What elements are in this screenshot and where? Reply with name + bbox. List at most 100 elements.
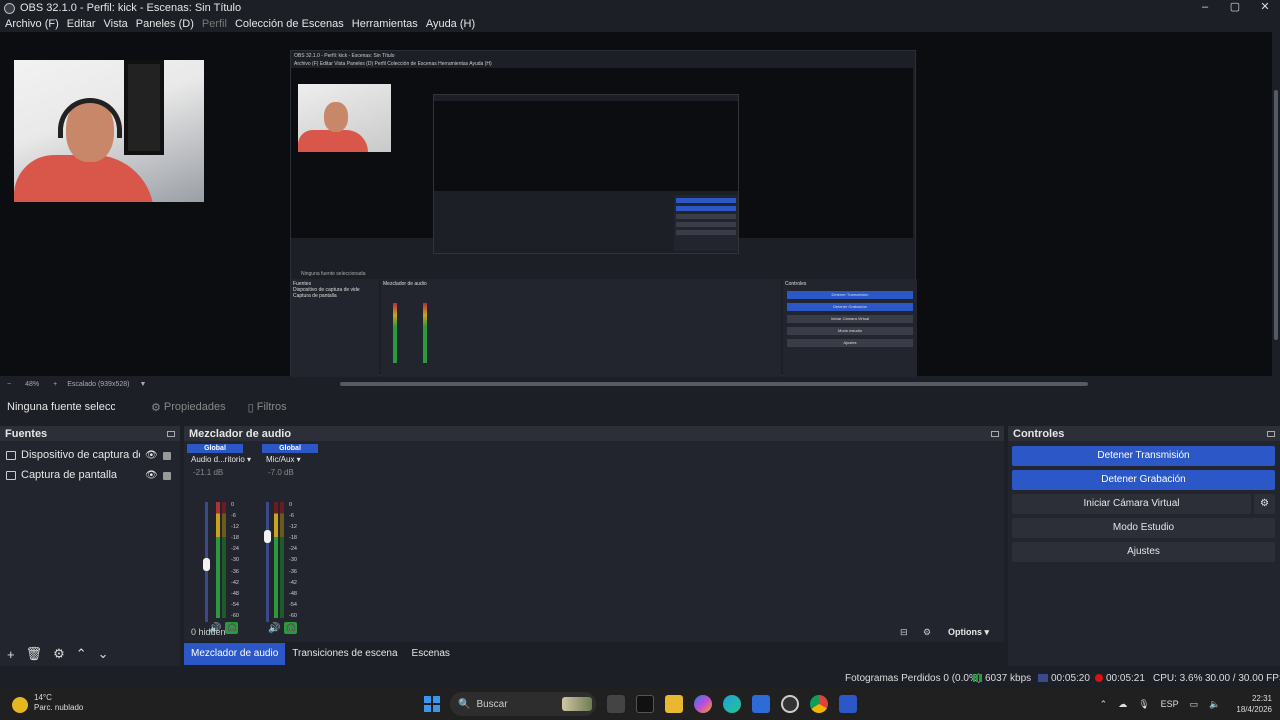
nested-preview bbox=[291, 68, 913, 254]
windows-start-icon[interactable] bbox=[424, 696, 440, 712]
db-tick-label: -24 bbox=[231, 546, 239, 553]
db-tick-label: -36 bbox=[289, 568, 297, 575]
window-title: OBS 32.1.0 - Perfil: kick - Escenas: Sin… bbox=[20, 2, 242, 14]
mixer-title: Mezclador de audio bbox=[189, 427, 292, 440]
clock[interactable]: 22:31 18/4/2026 bbox=[1236, 693, 1272, 715]
nested-controls: Controles Detener Transmisión Detener Gr… bbox=[783, 279, 917, 377]
recording-time: 00:05:21 bbox=[1095, 673, 1145, 684]
virtual-camera-settings-icon[interactable]: ⚙ bbox=[1254, 494, 1275, 514]
undock-icon[interactable] bbox=[991, 430, 999, 437]
stop-stream-button[interactable]: Detener Transmisión bbox=[1012, 446, 1275, 466]
source-item-screen-capture[interactable]: Captura de pantalla 👁 bbox=[0, 465, 180, 485]
preview-vertical-scrollbar[interactable] bbox=[1272, 32, 1280, 378]
tiktok-icon[interactable] bbox=[636, 695, 654, 713]
source-settings-button[interactable]: ⚙ bbox=[53, 646, 65, 662]
file-explorer-icon[interactable] bbox=[665, 695, 683, 713]
db-tick-label: -60 bbox=[289, 612, 297, 619]
eye-icon[interactable]: 👁 bbox=[145, 450, 158, 461]
filters-button[interactable]: ▯ Filtros bbox=[248, 401, 287, 414]
zoom-out-button[interactable]: − bbox=[7, 381, 11, 388]
undock-icon[interactable] bbox=[167, 430, 175, 437]
advanced-settings-icon[interactable]: ⚙ bbox=[923, 627, 931, 638]
source-item-video-capture[interactable]: Dispositivo de captura de video 👁 bbox=[0, 445, 180, 465]
edge-icon[interactable] bbox=[723, 695, 741, 713]
studio-mode-button[interactable]: Modo Estudio bbox=[1012, 518, 1275, 538]
chrome-icon[interactable] bbox=[810, 695, 828, 713]
gear-icon: ⚙ bbox=[151, 401, 161, 414]
move-up-button[interactable]: ⌃ bbox=[76, 646, 87, 662]
mic-icon[interactable]: 🎙 bbox=[1138, 699, 1149, 710]
stop-recording-button[interactable]: Detener Grabación bbox=[1012, 470, 1275, 490]
preview-canvas[interactable]: OBS 32.1.0 - Perfil: kick - Escenas: Sin… bbox=[0, 32, 1272, 377]
menu-herramientas[interactable]: Herramientas bbox=[352, 18, 418, 30]
virtual-camera-button[interactable]: Iniciar Cámara Virtual bbox=[1012, 494, 1251, 514]
db-tick-label: -48 bbox=[289, 590, 297, 597]
tab-scene-transitions[interactable]: Transiciones de escena bbox=[285, 643, 404, 665]
level-meter bbox=[216, 502, 220, 618]
context-bar: Ninguna fuente seleccionada ⚙ Propiedade… bbox=[0, 396, 1280, 418]
source-label: Dispositivo de captura de video bbox=[21, 449, 140, 461]
zoom-in-button[interactable]: + bbox=[53, 381, 57, 388]
db-tick-label: -18 bbox=[231, 535, 239, 542]
store-icon[interactable] bbox=[752, 695, 770, 713]
menu-archivo[interactable]: Archivo (F) bbox=[5, 18, 59, 30]
undock-icon[interactable] bbox=[1267, 430, 1275, 437]
add-source-button[interactable]: + bbox=[7, 647, 15, 662]
network-icon[interactable]: ▭ bbox=[1190, 699, 1199, 710]
tab-audio-mixer[interactable]: Mezclador de audio bbox=[184, 643, 286, 665]
temperature: 14°C bbox=[34, 693, 52, 702]
language-indicator[interactable]: ESP bbox=[1161, 699, 1179, 709]
scale-mode[interactable]: Escalado (939x528) bbox=[67, 381, 129, 388]
webcam-source-image[interactable] bbox=[14, 60, 204, 202]
eye-icon[interactable]: 👁 bbox=[145, 470, 158, 481]
db-tick-label: -12 bbox=[289, 524, 297, 531]
weather-widget[interactable]: 14°C Parc. nublado bbox=[12, 693, 83, 713]
tray-overflow-icon[interactable]: ⌃ bbox=[1100, 699, 1108, 710]
channel-name[interactable]: Mic/Aux ▾ bbox=[266, 455, 301, 464]
menu-editar[interactable]: Editar bbox=[67, 18, 96, 30]
remove-source-button[interactable]: 🗑 bbox=[26, 646, 43, 662]
properties-button[interactable]: ⚙ Propiedades bbox=[151, 401, 226, 414]
dropped-frames: Fotogramas Perdidos 0 (0.0%) bbox=[845, 673, 982, 684]
move-down-button[interactable]: ⌄ bbox=[98, 646, 109, 662]
cloud-icon[interactable]: ☁ bbox=[1118, 699, 1127, 710]
db-tick-label: -6 bbox=[289, 513, 294, 520]
task-view-icon[interactable] bbox=[607, 695, 625, 713]
tab-scenes[interactable]: Escenas bbox=[405, 643, 457, 665]
app-icon[interactable] bbox=[839, 695, 857, 713]
menu-coleccion[interactable]: Colección de Escenas bbox=[235, 18, 344, 30]
controls-title: Controles bbox=[1013, 427, 1065, 440]
cpu-usage: CPU: 3.6% bbox=[1153, 673, 1203, 684]
close-button[interactable]: ✕ bbox=[1250, 0, 1280, 16]
menu-vista[interactable]: Vista bbox=[104, 18, 128, 30]
menu-ayuda[interactable]: Ayuda (H) bbox=[426, 18, 475, 30]
menu-paneles[interactable]: Paneles (D) bbox=[136, 18, 194, 30]
search-label: Buscar bbox=[476, 698, 508, 710]
menu-perfil[interactable]: Perfil bbox=[202, 18, 227, 30]
system-tray: ⌃ ☁ 🎙 ESP ▭ 🔈 22:31 18/4/2026 bbox=[1089, 688, 1272, 720]
properties-label: Propiedades bbox=[163, 401, 226, 413]
stream-icon bbox=[1038, 674, 1048, 683]
lock-icon[interactable] bbox=[163, 452, 171, 460]
scale-dropdown-icon[interactable]: ▼ bbox=[139, 381, 146, 388]
screen-capture-source[interactable]: OBS 32.1.0 - Perfil: kick - Escenas: Sin… bbox=[290, 50, 917, 377]
options-dropdown[interactable]: Options ▾ bbox=[948, 627, 989, 638]
copilot-icon[interactable] bbox=[694, 695, 712, 713]
preview-horizontal-scrollbar[interactable] bbox=[340, 382, 1088, 386]
volume-slider-handle[interactable] bbox=[264, 529, 271, 543]
dock-tabs: Mezclador de audio Transiciones de escen… bbox=[184, 643, 457, 665]
channel-name[interactable]: Audio d...ritorio ▾ bbox=[191, 455, 251, 464]
volume-slider[interactable] bbox=[266, 502, 269, 622]
volume-slider-handle[interactable] bbox=[203, 558, 210, 572]
maximize-button[interactable]: ▢ bbox=[1220, 0, 1250, 16]
db-tick-label: -42 bbox=[289, 579, 297, 586]
obs-taskbar-icon[interactable] bbox=[781, 695, 799, 713]
minimize-button[interactable]: – bbox=[1190, 0, 1220, 16]
taskbar: 14°C Parc. nublado 🔍 Buscar ⌃ ☁ 🎙 ESP ▭ … bbox=[0, 688, 1280, 720]
lock-icon[interactable] bbox=[163, 472, 171, 480]
layout-icon[interactable]: ⊟ bbox=[900, 627, 908, 638]
filters-label: Filtros bbox=[256, 401, 287, 413]
settings-button[interactable]: Ajustes bbox=[1012, 542, 1275, 562]
volume-icon[interactable]: 🔈 bbox=[1209, 699, 1220, 710]
taskbar-search[interactable]: 🔍 Buscar bbox=[450, 692, 596, 716]
